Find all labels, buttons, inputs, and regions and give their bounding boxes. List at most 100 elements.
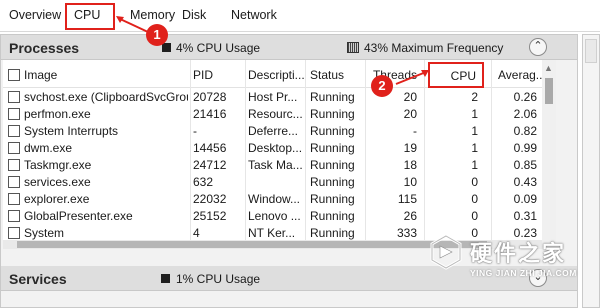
step-2-badge: 2 — [371, 75, 393, 97]
col-cpu[interactable]: CPU — [430, 69, 476, 83]
cell-description: Resourc... — [248, 107, 303, 121]
cell-threads: 115 — [397, 192, 417, 206]
cell-image: explorer.exe — [24, 192, 90, 206]
services-cpu-usage: 1% CPU Usage — [176, 272, 261, 286]
cell-pid: 21416 — [193, 107, 227, 121]
tab-disk[interactable]: Disk — [182, 8, 206, 22]
processes-cpu-usage: 4% CPU Usage — [176, 41, 261, 55]
cell-pid: - — [193, 124, 197, 138]
step-1-badge: 1 — [146, 24, 168, 46]
table-row[interactable]: System Interrupts - Deferre... Running - 1 0.8… — [3, 123, 542, 140]
services-cpu-indicator-icon — [161, 274, 170, 283]
cell-image: svchost.exe (ClipboardSvcGrou... — [24, 90, 188, 104]
col-image[interactable]: Image — [24, 68, 57, 82]
table-row[interactable]: services.exe 632 Running 10 0 0.43 — [3, 174, 542, 191]
watermark-logo-icon — [430, 234, 462, 270]
cell-description: Host Pr... — [248, 90, 298, 104]
cell-average-cpu: 0.31 — [513, 209, 537, 223]
cell-status: Running — [310, 158, 355, 172]
cell-threads: 20 — [403, 107, 417, 121]
cell-average-cpu: 0.99 — [513, 141, 537, 155]
cell-image: perfmon.exe — [24, 107, 91, 121]
row-checkbox[interactable] — [8, 210, 20, 222]
cell-cpu: 2 — [471, 90, 478, 104]
cell-image: System — [24, 226, 65, 240]
cell-pid: 20728 — [193, 90, 227, 104]
cell-status: Running — [310, 209, 355, 223]
cell-cpu: 1 — [471, 124, 478, 138]
cell-threads: 10 — [403, 175, 417, 189]
cell-pid: 25152 — [193, 209, 227, 223]
vertical-scrollbar[interactable]: ▲ — [542, 60, 556, 249]
watermark: 硬件之家 YING JIAN ZHI JIA.COM — [428, 232, 588, 292]
cell-cpu: 0 — [471, 209, 478, 223]
select-all-checkbox[interactable] — [8, 69, 20, 81]
cell-description: Task Ma... — [248, 158, 303, 172]
cell-pid: 4 — [193, 226, 200, 240]
frequency-gauge-icon — [347, 42, 359, 53]
cell-status: Running — [310, 175, 355, 189]
cell-average-cpu: 0.43 — [513, 175, 537, 189]
horizontal-scroll-thumb[interactable] — [17, 241, 487, 248]
row-checkbox[interactable] — [8, 91, 20, 103]
cell-threads: 19 — [403, 141, 417, 155]
arrow-2-icon — [395, 70, 429, 85]
cell-average-cpu: 2.06 — [513, 107, 537, 121]
cell-description: Lenovo ... — [248, 209, 301, 223]
watermark-cn: 硬件之家 — [470, 241, 567, 266]
row-checkbox[interactable] — [8, 227, 20, 239]
table-row[interactable]: perfmon.exe 21416 Resourc... Running 20 1 2.06 — [3, 106, 542, 123]
processes-title: Processes — [9, 40, 80, 56]
cpu-usage-indicator-icon — [162, 43, 171, 52]
row-checkbox[interactable] — [8, 142, 20, 154]
table-row[interactable]: explorer.exe 22032 Window... Running 115 0 0.0… — [3, 191, 542, 208]
cell-image: System Interrupts — [24, 124, 119, 138]
cell-pid: 14456 — [193, 141, 227, 155]
processes-header[interactable]: Processes 4% CPU Usage 43% Maximum Frequ… — [1, 35, 577, 60]
processes-max-frequency: 43% Maximum Frequency — [364, 41, 504, 55]
cell-threads: - — [413, 124, 417, 138]
col-average-cpu[interactable]: Averag... — [498, 68, 542, 82]
cell-description: Desktop... — [248, 141, 303, 155]
row-checkbox[interactable] — [8, 176, 20, 188]
cell-status: Running — [310, 124, 355, 138]
cell-pid: 24712 — [193, 158, 227, 172]
row-checkbox[interactable] — [8, 125, 20, 137]
cell-description: NT Ker... — [248, 226, 296, 240]
cell-description: Window... — [248, 192, 301, 206]
cell-cpu: 0 — [471, 175, 478, 189]
tab-overview[interactable]: Overview — [9, 8, 61, 22]
side-panel-scroll[interactable] — [585, 39, 597, 63]
table-row[interactable]: dwm.exe 14456 Desktop... Running 19 1 0.99 — [3, 140, 542, 157]
cell-pid: 632 — [193, 175, 214, 189]
table-row[interactable]: Taskmgr.exe 24712 Task Ma... Running 18 1 0.85 — [3, 157, 542, 174]
cell-status: Running — [310, 107, 355, 121]
table-row[interactable]: svchost.exe (ClipboardSvcGrou... 20728 Hos… — [3, 89, 542, 106]
col-description[interactable]: Descripti... — [248, 68, 305, 82]
cell-average-cpu: 0.26 — [513, 90, 537, 104]
cell-description: Deferre... — [248, 124, 299, 138]
cell-threads: 18 — [403, 158, 417, 172]
cell-status: Running — [310, 141, 355, 155]
row-checkbox[interactable] — [8, 193, 20, 205]
services-title: Services — [9, 271, 67, 287]
row-checkbox[interactable] — [8, 108, 20, 120]
cell-average-cpu: 0.09 — [513, 192, 537, 206]
collapse-processes-button[interactable]: ⌃ — [529, 38, 547, 56]
row-checkbox[interactable] — [8, 159, 20, 171]
watermark-en: YING JIAN ZHI JIA.COM — [470, 268, 577, 278]
cpu-tab-highlight — [65, 3, 115, 30]
cell-status: Running — [310, 226, 355, 240]
cell-status: Running — [310, 90, 355, 104]
cell-image: Taskmgr.exe — [24, 158, 92, 172]
cell-average-cpu: 0.82 — [513, 124, 537, 138]
cell-average-cpu: 0.85 — [513, 158, 537, 172]
table-row[interactable]: GlobalPresenter.exe 25152 Lenovo ... Runnin… — [3, 208, 542, 225]
col-pid[interactable]: PID — [193, 68, 213, 82]
cpu-column-highlight[interactable]: CPU — [428, 62, 484, 88]
col-status[interactable]: Status — [310, 68, 344, 82]
tab-network[interactable]: Network — [231, 8, 277, 22]
vertical-scroll-thumb[interactable] — [545, 78, 553, 104]
cell-image: dwm.exe — [24, 141, 73, 155]
scroll-up-icon[interactable]: ▲ — [544, 63, 553, 73]
